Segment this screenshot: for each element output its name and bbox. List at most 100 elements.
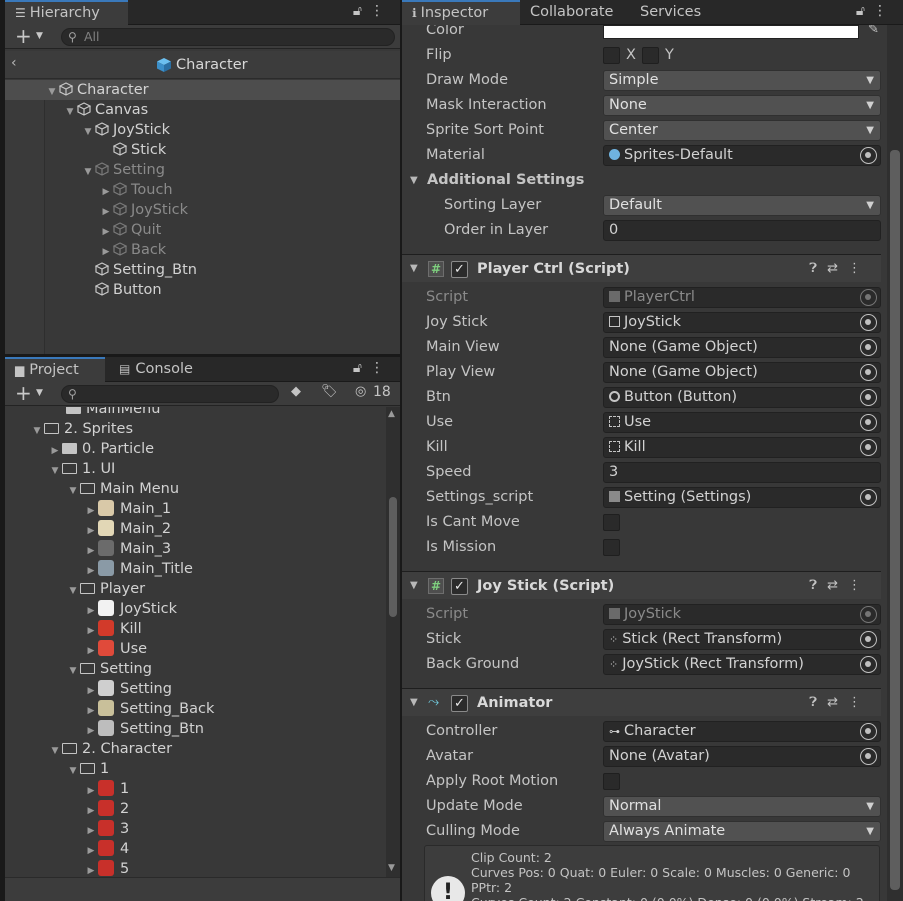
list-item[interactable]: ▶ Setting — [10, 679, 382, 699]
chevron-down-icon[interactable]: ▼ — [410, 689, 418, 717]
use-field[interactable]: Use — [603, 412, 881, 433]
object-picker-icon[interactable] — [860, 748, 877, 765]
hierarchy-item[interactable]: ▼ Setting — [5, 160, 400, 180]
list-item[interactable]: ▼ 1. UI — [10, 459, 382, 479]
kebab-menu-icon[interactable]: ⋮ — [873, 3, 895, 19]
component-controls[interactable]: ❓︎⇄⋮ — [809, 572, 871, 600]
preset-icon[interactable]: ⇄ — [827, 695, 848, 710]
chevron-down-icon[interactable]: ▼ — [36, 31, 43, 41]
preset-icon[interactable]: ⇄ — [827, 261, 848, 276]
chevron-right-icon[interactable]: ▶ — [84, 801, 98, 821]
list-item[interactable]: ▶ 5 — [10, 859, 382, 877]
tab-collaborate[interactable]: Collaborate — [520, 0, 623, 25]
lock-icon[interactable]: 🔓︎ — [856, 3, 873, 19]
list-item[interactable]: ▶ Setting_Back — [10, 699, 382, 719]
chevron-right-icon[interactable]: ▶ — [84, 561, 98, 581]
object-picker-icon[interactable] — [860, 147, 877, 164]
inspector-scroll-thumb[interactable] — [890, 150, 900, 890]
kebab-menu-icon[interactable]: ⋮ — [370, 3, 392, 19]
tab-inspector[interactable]: ℹ Inspector — [402, 0, 520, 25]
hierarchy-search-input[interactable]: ⚲ All — [61, 28, 395, 46]
help-icon[interactable]: ❓︎ — [809, 261, 827, 276]
hierarchy-item[interactable]: ▼ Canvas — [5, 100, 400, 120]
list-item[interactable]: ▶ Use — [10, 639, 382, 659]
kill-field[interactable]: Kill — [603, 437, 881, 458]
chevron-down-icon[interactable]: ▼ — [410, 572, 418, 600]
hierarchy-item[interactable]: ▶ Back — [5, 240, 400, 260]
project-search-input[interactable]: ⚲ — [61, 385, 279, 403]
list-item[interactable]: ▼ Setting — [10, 659, 382, 679]
flip-x-checkbox[interactable] — [603, 47, 620, 64]
settings-script-field[interactable]: Setting (Settings) — [603, 487, 881, 508]
hierarchy-item[interactable]: ▶ Touch — [5, 180, 400, 200]
project-tab-controls[interactable]: 🔓︎⋮ — [353, 360, 392, 376]
component-controls[interactable]: ❓︎⇄⋮ — [809, 255, 871, 283]
object-picker-icon[interactable] — [860, 364, 877, 381]
add-icon[interactable]: + — [15, 25, 32, 47]
chevron-down-icon[interactable]: ▼ — [63, 102, 77, 122]
chevron-right-icon[interactable]: ▶ — [84, 861, 98, 877]
back-icon[interactable]: ‹ — [11, 55, 17, 71]
chevron-down-icon[interactable]: ▼ — [36, 388, 43, 398]
tab-services[interactable]: Services — [630, 0, 711, 25]
chevron-right-icon[interactable]: ▶ — [84, 721, 98, 741]
list-item[interactable]: ▶ Setting_Btn — [10, 719, 382, 739]
chevron-right-icon[interactable]: ▶ — [84, 501, 98, 521]
list-item[interactable]: ▶ Kill — [10, 619, 382, 639]
chevron-right-icon[interactable]: ▶ — [84, 841, 98, 861]
kebab-menu-icon[interactable]: ⋮ — [370, 360, 392, 376]
material-field[interactable]: Sprites-Default — [603, 145, 881, 166]
chevron-down-icon[interactable]: ▼ — [66, 761, 80, 781]
list-item[interactable]: ▶ Main_Title — [10, 559, 382, 579]
project-scrollbar[interactable]: ▲ ▼ — [386, 407, 400, 877]
play-view-field[interactable]: None (Game Object) — [603, 362, 881, 383]
chevron-down-icon[interactable]: ▼ — [48, 741, 62, 761]
list-item[interactable]: ▼ 2. Character — [10, 739, 382, 759]
chevron-down-icon[interactable]: ▼ — [66, 481, 80, 501]
hierarchy-item[interactable]: Stick — [5, 140, 400, 160]
list-item[interactable]: ▶ JoyStick — [10, 599, 382, 619]
scroll-up-icon[interactable]: ▲ — [388, 409, 395, 419]
chevron-right-icon[interactable]: ▶ — [84, 821, 98, 841]
chevron-down-icon[interactable]: ▼ — [66, 661, 80, 681]
lock-icon[interactable]: 🔓︎ — [353, 360, 370, 376]
stick-field[interactable]: ⁘ Stick (Rect Transform) — [603, 629, 881, 650]
preset-icon[interactable]: ⇄ — [827, 578, 848, 593]
component-controls[interactable]: ❓︎⇄⋮ — [809, 689, 871, 717]
chevron-right-icon[interactable]: ▶ — [84, 601, 98, 621]
avatar-field[interactable]: None (Avatar) — [603, 746, 881, 767]
apply-root-motion-checkbox[interactable] — [603, 773, 620, 790]
chevron-right-icon[interactable]: ▶ — [84, 781, 98, 801]
help-icon[interactable]: ❓︎ — [809, 695, 827, 710]
chevron-right-icon[interactable]: ▶ — [99, 202, 113, 222]
chevron-down-icon[interactable]: ▼ — [81, 162, 95, 182]
list-item[interactable]: ▼ Main Menu — [10, 479, 382, 499]
kebab-menu-icon[interactable]: ⋮ — [848, 261, 871, 276]
inspector-tab-controls[interactable]: 🔓︎⋮ — [856, 3, 895, 19]
chevron-right-icon[interactable]: ▶ — [84, 641, 98, 661]
list-item[interactable]: ▼ 1 — [10, 759, 382, 779]
object-picker-icon[interactable] — [860, 631, 877, 648]
hierarchy-item[interactable]: ▶ Quit — [5, 220, 400, 240]
joystick-field[interactable]: JoyStick — [603, 312, 881, 333]
tab-hierarchy[interactable]: ☰ Hierarchy — [5, 0, 128, 25]
list-item[interactable]: ▶ 2 — [10, 799, 382, 819]
list-item[interactable]: ▶ 4 — [10, 839, 382, 859]
list-item[interactable]: ▼ Player — [10, 579, 382, 599]
joystick-enabled-checkbox[interactable]: ✓ — [451, 578, 468, 595]
flip-y-checkbox[interactable] — [642, 47, 659, 64]
animator-header[interactable]: ▼ ⤳ ✓ Animator ❓︎⇄⋮ — [402, 688, 881, 716]
list-item[interactable]: ▶ Main_3 — [10, 539, 382, 559]
chevron-down-icon[interactable]: ▼ — [48, 461, 62, 481]
object-picker-icon[interactable] — [860, 339, 877, 356]
chevron-right-icon[interactable]: ▶ — [48, 441, 62, 461]
chevron-right-icon[interactable]: ▶ — [84, 541, 98, 561]
update-mode-dropdown[interactable]: Normal ▼ — [603, 796, 881, 817]
object-picker-icon[interactable] — [860, 389, 877, 406]
chevron-right-icon[interactable]: ▶ — [84, 701, 98, 721]
object-picker-icon[interactable] — [860, 439, 877, 456]
hierarchy-item[interactable]: Button — [5, 280, 400, 300]
list-item[interactable]: MainMenu — [10, 407, 382, 419]
chevron-right-icon[interactable]: ▶ — [99, 182, 113, 202]
kebab-menu-icon[interactable]: ⋮ — [848, 578, 871, 593]
